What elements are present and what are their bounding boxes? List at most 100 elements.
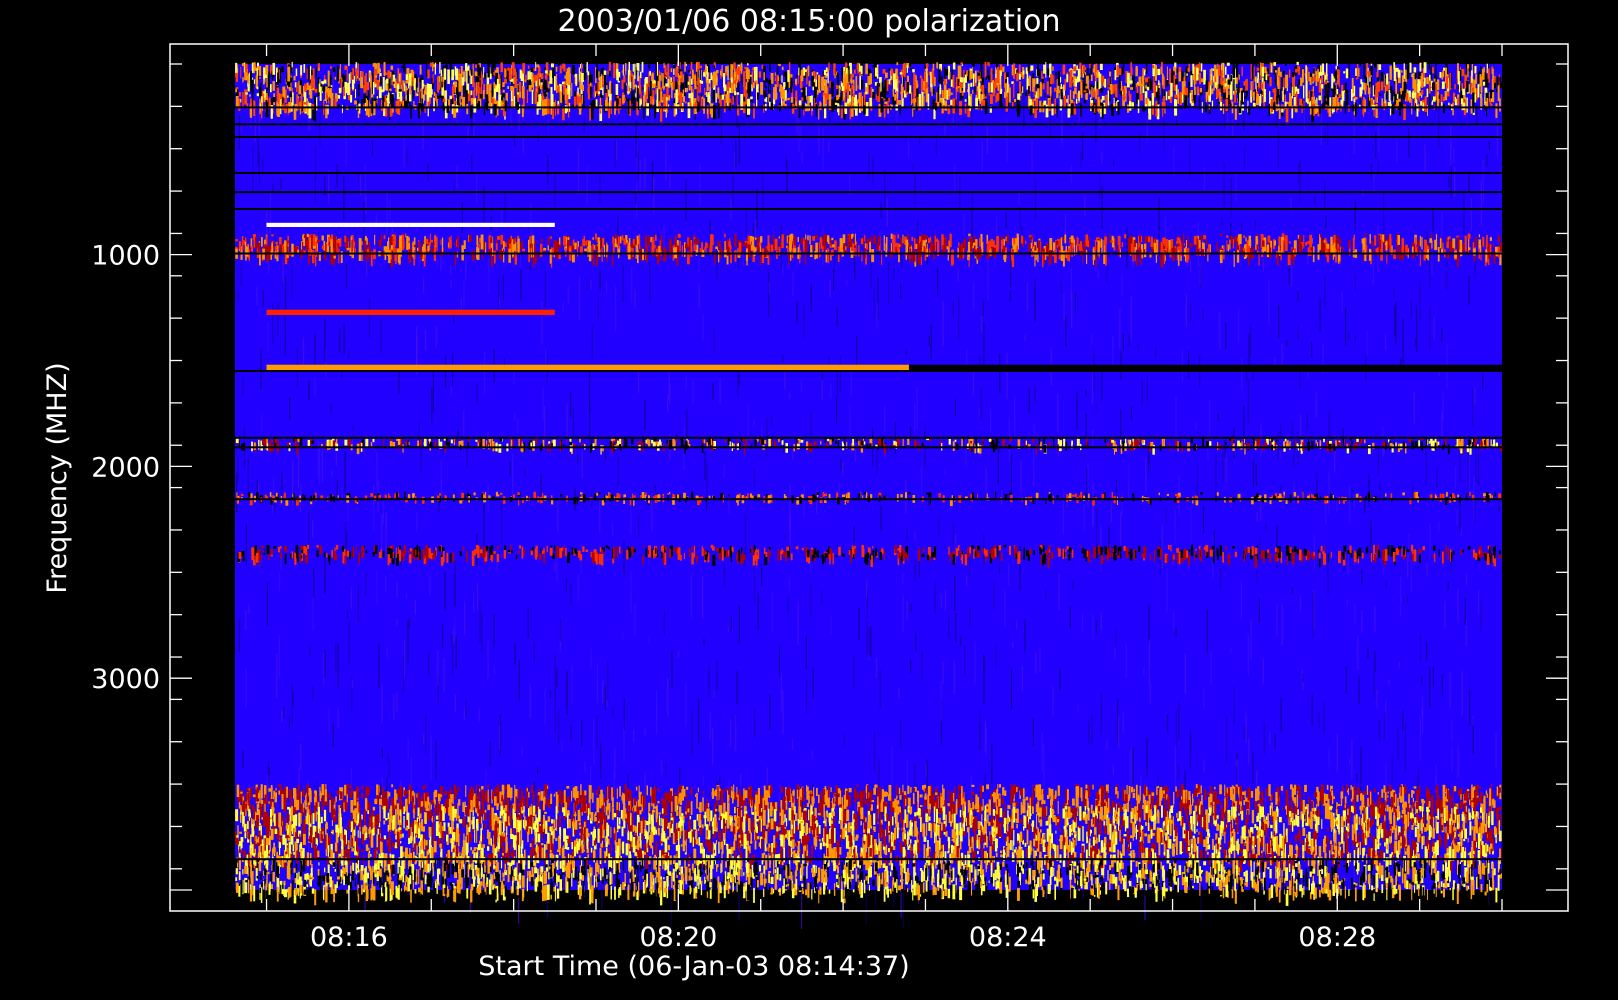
noise-streak xyxy=(1189,303,1192,323)
noise-streak xyxy=(1141,379,1143,406)
noise-streak xyxy=(1240,580,1242,621)
noise-streak xyxy=(428,651,430,677)
noise-streak xyxy=(1447,581,1449,591)
band-speck xyxy=(287,66,291,82)
band-speck xyxy=(1117,101,1120,116)
band-speck xyxy=(606,85,608,90)
band-speck xyxy=(1145,62,1148,74)
noise-streak xyxy=(281,710,283,723)
noise-streak xyxy=(1297,324,1299,340)
band-speck xyxy=(1018,73,1021,80)
noise-streak xyxy=(444,571,446,611)
noise-streak xyxy=(396,582,398,598)
band-speck xyxy=(783,82,786,88)
noise-streak xyxy=(396,691,398,712)
noise-streak xyxy=(1374,651,1376,672)
band-speck xyxy=(615,84,619,95)
noise-streak xyxy=(324,551,326,594)
band-speck xyxy=(949,233,952,248)
band-speck xyxy=(330,66,332,69)
band-speck xyxy=(1211,100,1214,107)
noise-streak xyxy=(870,259,872,289)
band-speck xyxy=(479,79,481,88)
noise-streak xyxy=(934,580,936,614)
band-speck xyxy=(629,81,632,88)
band-speck xyxy=(790,96,794,103)
noise-streak xyxy=(509,461,511,477)
noise-streak xyxy=(778,647,781,678)
band-speck xyxy=(467,70,469,84)
noise-streak xyxy=(1370,519,1372,554)
noise-streak xyxy=(736,670,738,705)
band-speck xyxy=(1202,249,1204,256)
band-speck xyxy=(892,88,895,97)
band-speck xyxy=(1355,102,1357,117)
band-speck xyxy=(242,77,244,83)
noise-streak xyxy=(557,708,560,745)
noise-streak xyxy=(561,742,563,752)
band-speck xyxy=(1396,94,1399,99)
noise-streak xyxy=(269,191,272,237)
noise-streak xyxy=(811,749,813,759)
noise-streak xyxy=(1259,535,1261,566)
band-speck xyxy=(1162,88,1164,99)
band-speck xyxy=(1293,97,1296,106)
noise-streak xyxy=(1291,587,1294,595)
noise-streak xyxy=(623,540,625,578)
noise-streak xyxy=(1206,609,1208,653)
band-speck xyxy=(725,66,727,73)
band-speck xyxy=(984,88,987,97)
noise-streak xyxy=(691,710,693,756)
band-speck xyxy=(826,72,828,77)
noise-streak xyxy=(533,642,535,663)
noise-streak xyxy=(1174,509,1176,545)
band-speck xyxy=(815,104,818,117)
noise-streak xyxy=(463,409,465,437)
band-speck xyxy=(1454,96,1457,106)
band-speck xyxy=(408,73,412,82)
band-speck xyxy=(495,85,499,92)
band-speck xyxy=(476,81,478,96)
noise-streak xyxy=(1202,308,1204,321)
noise-streak xyxy=(1313,534,1315,569)
noise-streak xyxy=(738,889,740,920)
noise-streak xyxy=(954,399,957,417)
band-speck xyxy=(1420,75,1423,84)
noise-streak xyxy=(1402,710,1404,731)
noise-streak xyxy=(466,436,468,467)
noise-streak xyxy=(633,729,635,743)
band-speck xyxy=(1125,89,1127,94)
noise-streak xyxy=(1410,300,1412,319)
band-speck xyxy=(364,75,367,91)
band-speck xyxy=(1174,62,1177,68)
band-speck xyxy=(491,84,494,97)
band-speck xyxy=(1090,64,1093,75)
band-speck xyxy=(1173,66,1176,72)
noise-streak xyxy=(351,679,353,689)
band-speck xyxy=(1381,98,1384,108)
noise-streak xyxy=(745,208,747,238)
band-speck xyxy=(326,92,328,99)
noise-streak xyxy=(1219,311,1221,350)
noise-streak xyxy=(644,157,646,194)
noise-streak xyxy=(1173,146,1175,177)
band-speck xyxy=(534,91,538,104)
noise-streak xyxy=(308,844,310,853)
band-speck xyxy=(319,86,322,101)
band-speck xyxy=(559,91,563,103)
band-speck xyxy=(1441,102,1443,106)
band-speck xyxy=(502,89,505,93)
band-speck xyxy=(870,87,873,100)
band-speck xyxy=(571,82,573,97)
band-speck xyxy=(1430,65,1432,80)
noise-streak xyxy=(1034,179,1037,220)
noise-streak xyxy=(284,317,286,355)
band-speck xyxy=(266,92,268,97)
band-speck xyxy=(1046,81,1049,95)
band-speck xyxy=(474,71,478,77)
band-speck xyxy=(632,63,634,72)
noise-streak xyxy=(1164,217,1167,238)
noise-streak xyxy=(1385,580,1387,589)
band-speck xyxy=(1095,89,1097,100)
noise-streak xyxy=(1470,197,1473,231)
